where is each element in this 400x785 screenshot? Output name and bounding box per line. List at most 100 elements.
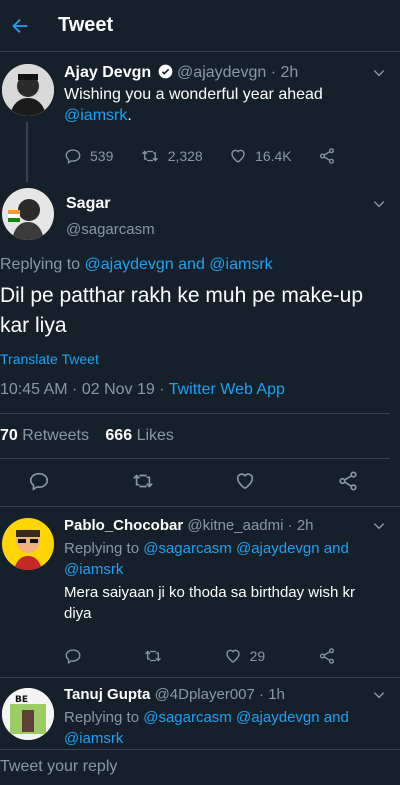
tweet-actions: 539 2,328 16.4K	[64, 147, 344, 165]
likes-count[interactable]: 666	[105, 427, 132, 444]
tweet-time: 2h	[280, 64, 299, 81]
retweet-icon	[133, 474, 153, 488]
replying-and: and	[323, 540, 349, 557]
like-button[interactable]	[234, 470, 256, 497]
share-icon	[319, 148, 335, 164]
period: .	[127, 107, 132, 124]
tweet-text: Dil pe patthar rakh ke muh pe make-up ka…	[0, 284, 364, 337]
mention-link[interactable]: @iamsrk	[64, 561, 123, 578]
tweet-header: Tanuj Gupta @4Dplayer007 · 1h	[64, 686, 285, 703]
reply-count: 539	[90, 148, 114, 164]
reply-composer[interactable]: Tweet your reply	[0, 749, 400, 785]
replying-and: and	[323, 709, 349, 726]
tweet-actions: 29	[64, 647, 344, 665]
share-button[interactable]	[318, 147, 344, 165]
mention-link[interactable]: @iamsrk	[64, 107, 127, 124]
heart-icon	[231, 149, 245, 163]
tweet-time: 2h	[296, 517, 314, 534]
heart-icon	[236, 473, 254, 490]
author-handle[interactable]: @ajaydevgn	[177, 64, 266, 81]
replying-to: Replying to @ajaydevgn and @iamsrk	[0, 256, 273, 274]
author-handle[interactable]: @4Dplayer007	[155, 686, 255, 703]
chevron-down-icon[interactable]	[372, 688, 386, 702]
reply-button[interactable]	[64, 647, 90, 665]
tweet-stats: 70 Retweets 666 Likes	[0, 427, 186, 445]
chevron-down-icon[interactable]	[372, 519, 386, 533]
author-name[interactable]: Sagar	[66, 195, 110, 213]
retweets-label[interactable]: Retweets	[22, 427, 89, 444]
divider	[0, 413, 390, 414]
like-count: 16.4K	[255, 148, 292, 164]
chevron-down-icon[interactable]	[372, 66, 386, 80]
divider	[0, 506, 400, 507]
source-app-link[interactable]: Twitter Web App	[169, 381, 285, 398]
tweet-header: Ajay Devgn @ajaydevgn · 2h	[64, 64, 298, 82]
tweet-header: Pablo_Chocobar @kitne_aadmi · 2h	[64, 517, 314, 534]
tweet-text-content: Wishing you a wonderful year ahead	[64, 86, 323, 103]
reply-tweet-clip: BE Tanuj Gupta @4Dplayer007 · 1h Replyin…	[0, 678, 400, 749]
tweet-timestamp: 10:45 AM · 02 Nov 19 ·	[0, 381, 165, 398]
avatar[interactable]	[2, 188, 54, 240]
retweet-button[interactable]: 2,328	[140, 147, 203, 165]
avatar[interactable]	[2, 518, 54, 570]
app-header: Tweet	[0, 0, 400, 52]
page-title: Tweet	[58, 14, 114, 36]
back-button[interactable]	[4, 10, 36, 42]
like-button[interactable]: 16.4K	[229, 147, 292, 165]
replying-prefix: Replying to	[0, 256, 81, 273]
author-handle[interactable]: @sagarcasm	[66, 221, 155, 238]
tweet-meta: 10:45 AM · 02 Nov 19 · Twitter Web App	[0, 381, 285, 399]
reply-button[interactable]	[28, 470, 50, 497]
mention-link[interactable]: @ajaydevgn	[85, 256, 174, 273]
retweets-count[interactable]: 70	[0, 427, 18, 444]
share-button[interactable]	[318, 647, 344, 665]
separator-dot: ·	[287, 517, 293, 534]
share-button[interactable]	[337, 470, 359, 497]
share-icon	[319, 648, 335, 664]
avatar[interactable]	[2, 64, 54, 116]
like-button[interactable]: 29	[224, 647, 266, 665]
replying-prefix: Replying to	[64, 540, 140, 557]
chevron-down-icon[interactable]	[372, 197, 386, 211]
reply-input-placeholder[interactable]: Tweet your reply	[0, 758, 117, 775]
retweet-button[interactable]	[131, 470, 155, 497]
avatar[interactable]: BE	[2, 688, 54, 740]
comment-icon	[29, 472, 49, 491]
replying-to: Replying to @sagarcasm @ajaydevgn and @i…	[64, 707, 376, 749]
likes-label[interactable]: Likes	[137, 427, 174, 444]
author-handle[interactable]: @kitne_aadmi	[187, 517, 283, 534]
replying-prefix: Replying to	[64, 709, 140, 726]
author-name[interactable]: Pablo_Chocobar	[64, 517, 183, 534]
tweet-text: Mera saiyaan ji ko thoda sa birthday wis…	[64, 584, 355, 622]
retweet-icon	[141, 150, 158, 162]
retweet-icon	[144, 650, 161, 662]
person-photo-icon	[2, 188, 54, 240]
mention-link[interactable]: @sagarcasm	[143, 540, 232, 557]
separator-dot: ·	[259, 686, 265, 703]
translate-tweet-link[interactable]: Translate Tweet	[0, 351, 99, 367]
retweet-count: 2,328	[167, 148, 203, 164]
mention-link[interactable]: @iamsrk	[209, 256, 272, 273]
comment-icon	[65, 149, 81, 165]
tweet-time: 1h	[268, 686, 285, 703]
tweet-text: Wishing you a wonderful year ahead @iams…	[64, 84, 374, 126]
avatar-text: BE	[15, 695, 28, 705]
author-name[interactable]: Ajay Devgn	[64, 64, 151, 81]
like-count: 29	[249, 648, 266, 664]
replying-to: Replying to @sagarcasm @ajaydevgn and @i…	[64, 538, 376, 580]
mention-link[interactable]: @iamsrk	[64, 730, 123, 747]
person-photo-icon	[2, 64, 54, 116]
arrow-left-icon	[12, 18, 28, 33]
mention-link[interactable]: @sagarcasm	[143, 709, 232, 726]
divider	[0, 458, 390, 459]
retweet-button[interactable]	[143, 647, 171, 665]
mention-link[interactable]: @ajaydevgn	[236, 709, 320, 726]
cartoon-avatar-icon	[2, 518, 54, 570]
thread-line	[26, 122, 28, 182]
reply-button[interactable]: 539	[64, 147, 113, 165]
heart-icon	[225, 649, 240, 663]
verified-badge-icon	[158, 64, 172, 79]
mention-link[interactable]: @ajaydevgn	[236, 540, 320, 557]
separator-dot: ·	[270, 64, 277, 81]
author-name[interactable]: Tanuj Gupta	[64, 686, 150, 703]
